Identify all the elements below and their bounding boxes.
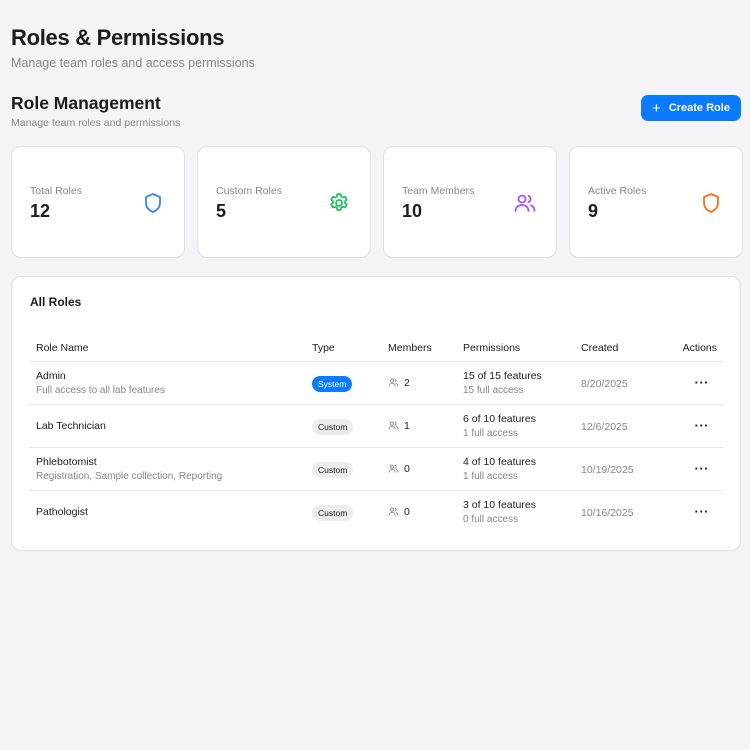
stat-value: 9 [588,201,599,221]
column-header-created: Created [575,335,673,362]
role-description: Registration, Sample collection, Reporti… [36,470,223,482]
role-name: Lab Technician [36,419,106,432]
page-subtitle: Manage team roles and access permissions [11,56,255,70]
column-header-type: Type [306,335,382,362]
section-title: Role Management [11,93,161,113]
members-value: 2 [404,376,410,389]
gear-icon [330,193,348,211]
stats-row: Total Roles 12 Custom Roles 5 Team Membe… [11,146,743,258]
more-actions-icon[interactable]: ··· [695,375,718,390]
permissions-summary: 15 of 15 features [463,369,542,382]
members-value: 1 [404,419,410,432]
roles-card: All Roles Role Name Type Members Permiss… [11,276,741,551]
permissions-summary: 3 of 10 features [463,498,536,511]
type-badge: Custom [312,504,354,521]
members-value: 0 [404,462,410,475]
section-subtitle: Manage team roles and permissions [11,117,181,129]
stat-card-total-roles: Total Roles 12 [11,146,185,258]
members-count: 1 [388,420,451,432]
type-badge: Custom [312,461,354,478]
users-icon [388,421,399,430]
permissions-full-access: 1 full access [463,427,519,439]
role-description: Full access to all lab features [36,384,165,396]
column-header-permissions: Permissions [457,335,575,362]
users-icon [388,464,399,473]
stat-card-active-roles: Active Roles 9 [569,146,743,258]
stat-value: 12 [30,201,51,221]
column-header-actions: Actions [673,335,723,362]
table-header-row: Role Name Type Members Permissions Creat… [30,335,723,362]
members-count: 0 [388,506,451,518]
stat-label: Total Roles [30,185,82,197]
plus-icon: + [652,99,661,117]
permissions-full-access: 1 full access [463,470,519,482]
more-actions-icon[interactable]: ··· [695,504,718,519]
permissions-summary: 6 of 10 features [463,412,536,425]
page-title: Roles & Permissions [11,25,225,50]
role-name: Admin [36,369,66,382]
members-count: 2 [388,377,451,389]
users-icon [388,378,399,387]
more-actions-icon[interactable]: ··· [695,461,718,476]
stat-card-team-members: Team Members 10 [383,146,557,258]
created-date: 10/16/2025 [581,506,634,519]
table-row[interactable]: Lab Technician Custom 1 6 of 10 features… [30,404,723,448]
users-icon [514,194,536,212]
stat-value: 5 [216,201,227,221]
page-header: Roles & Permissions Manage team roles an… [11,24,255,70]
stat-card-custom-roles: Custom Roles 5 [197,146,371,258]
section-header: Role Management Manage team roles and pe… [11,92,180,129]
created-date: 8/20/2025 [581,377,628,390]
permissions-full-access: 15 full access [463,384,524,396]
users-icon [388,507,399,516]
roles-table: Role Name Type Members Permissions Creat… [30,335,723,533]
shield-icon [145,193,161,213]
create-role-button[interactable]: + Create Role [641,95,741,121]
created-date: 12/6/2025 [581,420,628,433]
column-header-members: Members [382,335,457,362]
role-name: Pathologist [36,505,88,518]
stat-value: 10 [402,201,423,221]
type-badge: System [312,375,353,392]
type-badge: Custom [312,418,354,435]
more-actions-icon[interactable]: ··· [695,418,718,433]
permissions-summary: 4 of 10 features [463,455,536,468]
permissions-full-access: 0 full access [463,513,519,525]
table-row[interactable]: Admin Full access to all lab features Sy… [30,361,723,405]
stat-label: Active Roles [588,185,647,197]
table-row[interactable]: Phlebotomist Registration, Sample collec… [30,447,723,491]
stat-label: Team Members [402,185,475,197]
shield-icon [703,193,719,213]
create-role-label: Create Role [668,102,730,114]
roles-title: All Roles [30,295,82,309]
created-date: 10/19/2025 [581,463,634,476]
members-value: 0 [404,505,410,518]
stat-label: Custom Roles [216,185,282,197]
role-name: Phlebotomist [36,455,97,468]
members-count: 0 [388,463,451,475]
column-header-role-name: Role Name [30,335,306,362]
table-row[interactable]: Pathologist Custom 0 3 of 10 features 0 … [30,490,723,533]
